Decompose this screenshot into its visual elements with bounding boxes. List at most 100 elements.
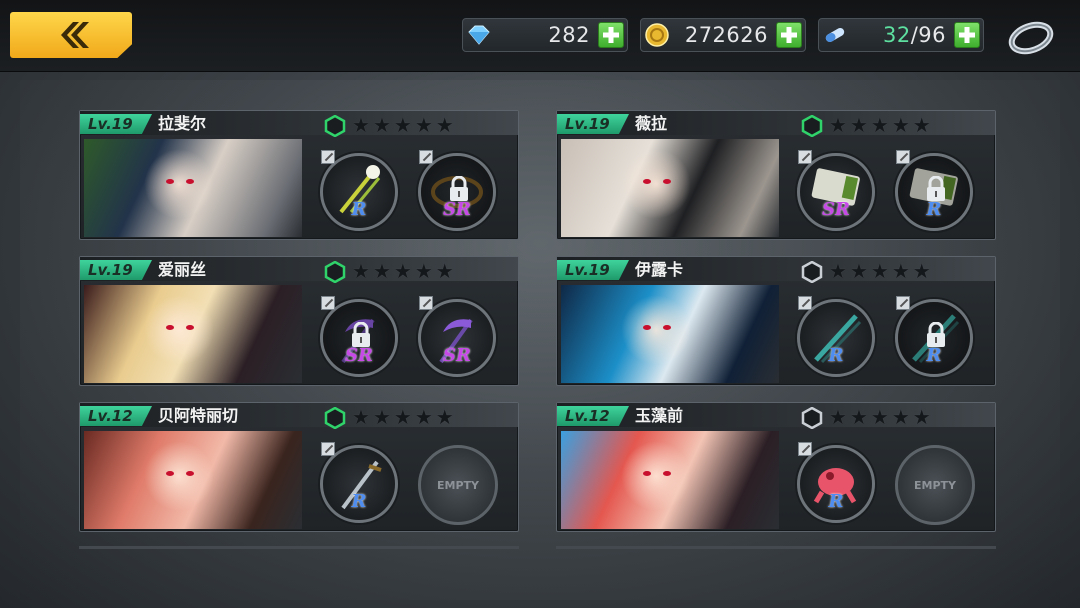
star-icon: ★ <box>829 405 847 429</box>
rarity-label: SR <box>822 199 850 220</box>
equipment-slot[interactable]: R <box>797 296 875 377</box>
star-icon: ★ <box>393 113 412 137</box>
level-badge: Lv.12 <box>557 406 629 426</box>
hexagon-icon <box>801 261 823 283</box>
character-card[interactable]: Lv.19 爱丽丝 ★ ★ ★ ★ ★ SR SR <box>79 256 519 386</box>
list-divider <box>556 546 996 549</box>
star-icon: ★ <box>912 259 931 283</box>
equipment-slot[interactable]: R <box>895 150 973 231</box>
star-icon: ★ <box>393 405 412 429</box>
empty-slot-label: EMPTY <box>437 478 479 492</box>
star-icon: ★ <box>891 113 910 137</box>
rarity-label: R <box>351 491 367 512</box>
star-icon: ★ <box>372 259 391 283</box>
character-card[interactable]: Lv.19 薇拉 ★ ★ ★ ★ ★ SR R <box>556 110 996 240</box>
gold-counter: 272626 <box>640 18 806 52</box>
level-badge: Lv.19 <box>557 260 629 280</box>
rarity-label: R <box>926 199 942 220</box>
star-icon: ★ <box>829 113 847 137</box>
character-portrait <box>561 139 779 237</box>
character-name: 伊露卡 <box>635 260 684 279</box>
character-portrait <box>84 139 302 237</box>
star-icon: ★ <box>414 113 433 137</box>
equipment-slot[interactable]: SR <box>797 150 875 231</box>
star-icon: ★ <box>849 405 868 429</box>
add-gold-button[interactable] <box>776 22 802 48</box>
character-name: 拉斐尔 <box>158 114 207 133</box>
star-rating: ★ ★ ★ ★ ★ <box>829 407 931 427</box>
star-icon: ★ <box>435 405 454 429</box>
character-name: 玉藻前 <box>635 406 684 425</box>
star-rating: ★ ★ ★ ★ ★ <box>829 261 931 281</box>
hexagon-icon <box>324 407 346 429</box>
level-badge: Lv.12 <box>80 406 152 426</box>
star-icon: ★ <box>891 405 910 429</box>
gold-coin-icon <box>641 19 673 51</box>
star-icon: ★ <box>435 113 454 137</box>
character-portrait <box>84 285 302 383</box>
stamina-capsule-icon <box>819 19 851 51</box>
top-bar: 282 272626 32/96 <box>0 0 1080 72</box>
rarity-label: R <box>828 491 844 512</box>
stamina-value: 32/96 <box>851 23 954 47</box>
rarity-label: R <box>351 199 367 220</box>
star-rating: ★ ★ ★ ★ ★ <box>352 407 454 427</box>
empty-slot-label: EMPTY <box>914 478 956 492</box>
stamina-max: /96 <box>910 23 946 47</box>
rarity-label: SR <box>345 345 373 366</box>
star-icon: ★ <box>829 259 847 283</box>
character-portrait <box>84 431 302 529</box>
character-card[interactable]: Lv.19 伊露卡 ★ ★ ★ ★ ★ R R <box>556 256 996 386</box>
character-card[interactable]: Lv.12 玉藻前 ★ ★ ★ ★ ★ R EMPTY <box>556 402 996 532</box>
hexagon-icon <box>324 115 346 137</box>
star-icon: ★ <box>435 259 454 283</box>
equipment-slot[interactable]: R <box>320 150 398 231</box>
gem-count: 282 <box>548 23 590 47</box>
star-icon: ★ <box>849 113 868 137</box>
star-icon: ★ <box>912 113 931 137</box>
hexagon-icon <box>324 261 346 283</box>
equipment-slot[interactable]: SR <box>418 150 496 231</box>
level-badge: Lv.19 <box>80 114 152 134</box>
stamina-current: 32 <box>882 23 911 47</box>
equipment-slot[interactable]: R <box>797 442 875 523</box>
equipment-slot[interactable]: SR <box>418 296 496 377</box>
empty-equipment-slot[interactable]: EMPTY <box>418 445 498 525</box>
equipment-slot[interactable]: R <box>895 296 973 377</box>
equipment-slot[interactable]: R <box>320 442 398 523</box>
star-rating: ★ ★ ★ ★ ★ <box>352 115 454 135</box>
stamina-counter: 32/96 <box>818 18 984 52</box>
back-button[interactable] <box>10 12 132 58</box>
star-icon: ★ <box>393 259 412 283</box>
gem-icon <box>463 19 495 51</box>
level-badge: Lv.19 <box>557 114 629 134</box>
star-icon: ★ <box>352 259 370 283</box>
rarity-label: R <box>926 345 942 366</box>
rarity-label: SR <box>443 199 471 220</box>
rarity-label: R <box>828 345 844 366</box>
character-name: 爱丽丝 <box>158 260 207 279</box>
equipment-slot[interactable]: SR <box>320 296 398 377</box>
star-icon: ★ <box>870 113 889 137</box>
character-card[interactable]: Lv.12 贝阿特丽切 ★ ★ ★ ★ ★ R EMPTY <box>79 402 519 532</box>
star-icon: ★ <box>891 259 910 283</box>
gold-count: 272626 <box>684 23 768 47</box>
star-icon: ★ <box>414 259 433 283</box>
star-icon: ★ <box>372 113 391 137</box>
hexagon-icon <box>801 115 823 137</box>
empty-equipment-slot[interactable]: EMPTY <box>895 445 975 525</box>
star-icon: ★ <box>352 113 370 137</box>
character-portrait <box>561 431 779 529</box>
character-card[interactable]: Lv.19 拉斐尔 ★ ★ ★ ★ ★ R SR <box>79 110 519 240</box>
star-rating: ★ ★ ★ ★ ★ <box>352 261 454 281</box>
gem-counter: 282 <box>462 18 628 52</box>
level-badge: Lv.19 <box>80 260 152 280</box>
add-stamina-button[interactable] <box>954 22 980 48</box>
star-rating: ★ ★ ★ ★ ★ <box>829 115 931 135</box>
hexagon-icon <box>801 407 823 429</box>
add-gem-button[interactable] <box>598 22 624 48</box>
ring-icon[interactable] <box>1006 16 1056 58</box>
star-icon: ★ <box>912 405 931 429</box>
back-arrow-icon <box>61 22 89 48</box>
star-icon: ★ <box>372 405 391 429</box>
